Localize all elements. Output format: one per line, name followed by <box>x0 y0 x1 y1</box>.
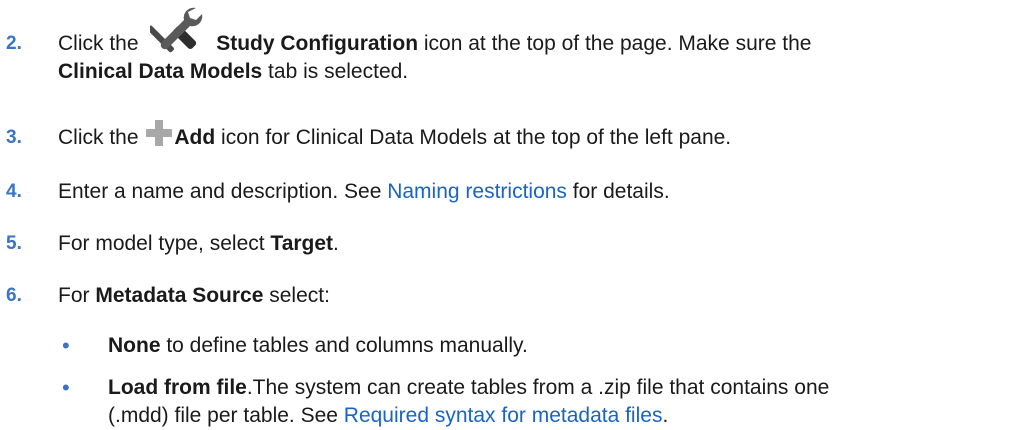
step-text-post-2: tab is selected. <box>262 60 409 83</box>
step-text-post: select: <box>263 284 330 307</box>
bullet-text-end: . <box>662 404 669 427</box>
step-text-pre: For <box>58 284 96 307</box>
instructions-document: 2. Click the Study Configuration icon at… <box>0 0 1024 430</box>
wrench-screwdriver-icon[interactable] <box>150 7 208 58</box>
step-text-post: . <box>333 232 339 255</box>
step-number: 2. <box>6 33 22 54</box>
step-text-post: icon at the top of the page. Make sure t… <box>418 32 812 55</box>
step-text-pre: Click the <box>58 126 145 149</box>
none-label: None <box>108 334 161 357</box>
bullet-marker: • <box>62 375 70 400</box>
step-text-pre: Enter a name and description. See <box>58 180 388 203</box>
step-text-pre: For model type, select <box>58 232 271 255</box>
step-text-post: icon for Clinical Data Models at the top… <box>215 126 732 149</box>
bullet-text-post: .The system can create tables from a .zi… <box>246 376 830 399</box>
step-text-post: for details. <box>566 180 670 203</box>
plus-icon[interactable] <box>144 120 174 152</box>
step-text: Enter a name and description. See Naming… <box>58 178 984 206</box>
bullet-text-post: to define tables and columns manually. <box>160 334 528 357</box>
step-text: For model type, select Target. <box>58 230 984 258</box>
naming-restrictions-link[interactable]: Naming restrictions <box>387 180 567 203</box>
target-label: Target <box>270 232 334 255</box>
study-configuration-label: Study Configuration <box>216 32 419 55</box>
required-syntax-link[interactable]: Required syntax for metadata files <box>344 404 663 427</box>
metadata-source-label: Metadata Source <box>95 284 264 307</box>
bullet-text: None to define tables and columns manual… <box>108 332 984 360</box>
step-text: For Metadata Source select: <box>58 282 984 310</box>
step-number: 5. <box>6 233 22 254</box>
clinical-data-models-label: Clinical Data Models <box>58 60 263 83</box>
bullet-marker: • <box>62 333 70 358</box>
add-label: Add <box>174 126 216 149</box>
bullet-text: Load from file.The system can create tab… <box>108 374 984 430</box>
load-from-file-label: Load from file <box>108 376 247 399</box>
step-number: 3. <box>6 127 22 148</box>
step-number: 6. <box>6 285 22 306</box>
step-text-pre: Click the <box>58 32 139 55</box>
bullet-text-line2: (.mdd) file per table. See <box>108 404 344 427</box>
step-text: Click the Add icon for Clinical Data Mod… <box>58 120 984 152</box>
step-number: 4. <box>6 181 22 202</box>
step-text: Click the Study Configuration icon at th… <box>58 7 984 86</box>
